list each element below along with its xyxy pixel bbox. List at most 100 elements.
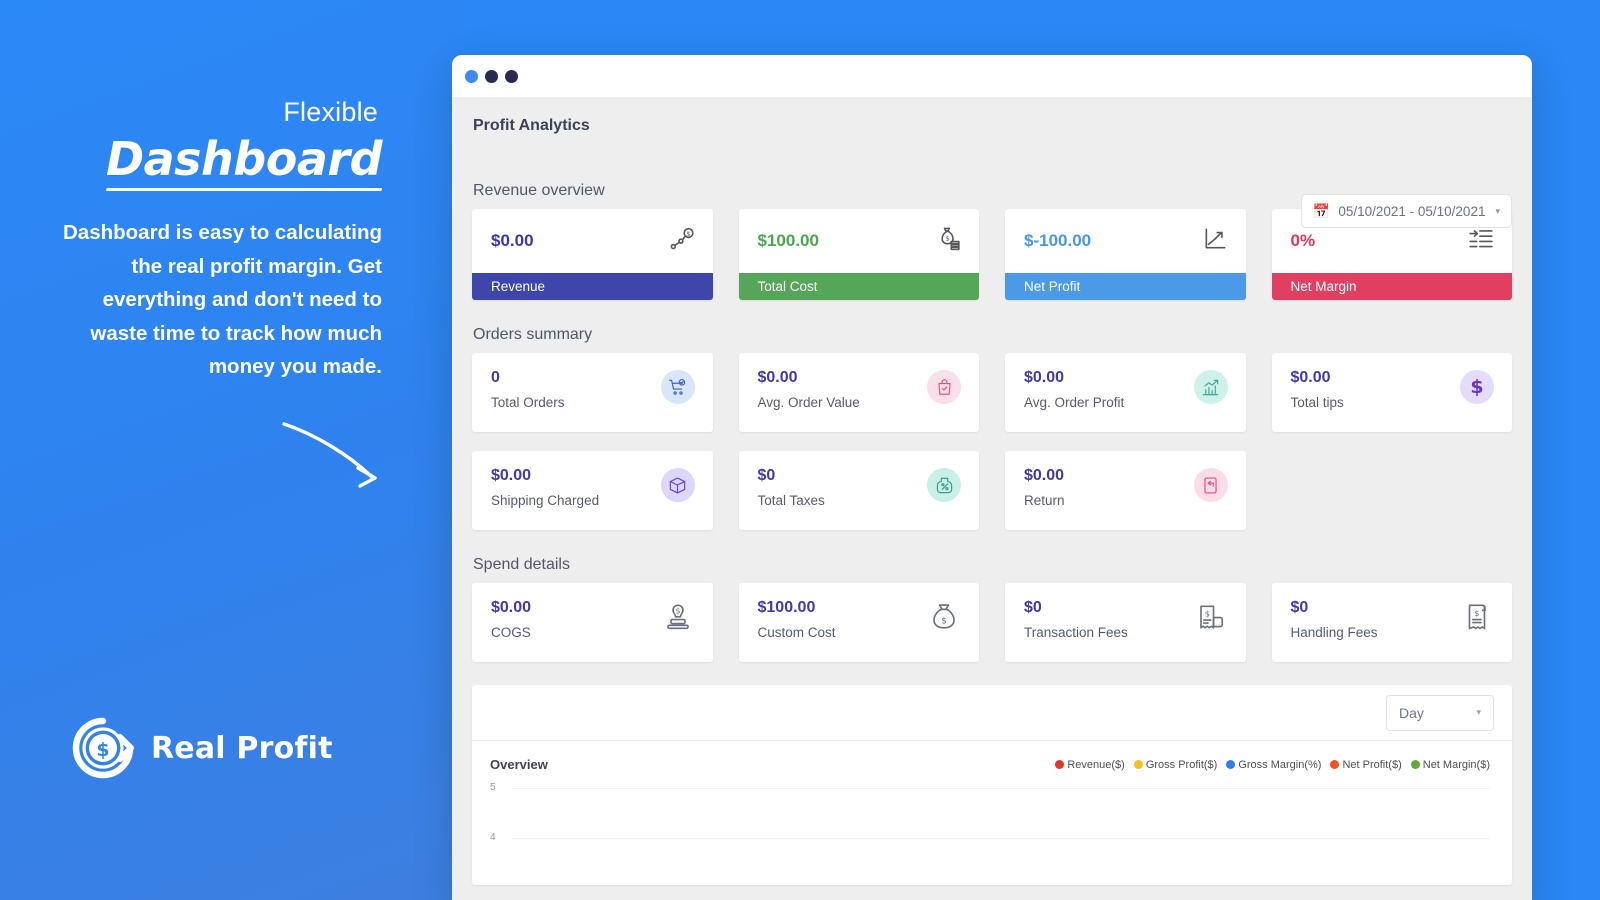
legend-label: Revenue($) [1067,758,1125,771]
legend-label: Net Profit($) [1342,758,1402,771]
stat-card[interactable]: $0.00 Avg. Order Profit [1005,353,1246,432]
chart-plot-area: 54 [490,782,1490,884]
kpi-card[interactable]: $-100.00 Net Profit [1005,209,1246,300]
dollar-coin-refresh-icon: $ [72,717,134,779]
svg-text:$: $ [686,229,690,237]
stat-value: $0.00 [1024,369,1065,386]
legend-item[interactable]: Gross Margin(%) [1226,759,1321,771]
spend-value: $0 [1024,599,1042,616]
chart-gridline [512,838,1490,839]
kpi-card-top: $100.00 $ [739,209,980,273]
kpi-label-bar: Revenue [472,273,713,300]
svg-text:$: $ [1204,609,1209,618]
stat-card-text: 0 Total Orders [491,368,565,432]
invoice-dollar-icon: $ [1460,600,1494,634]
stat-label: Avg. Order Profit [1024,395,1125,410]
date-range-value: 05/10/2021 - 05/10/2021 [1338,203,1486,219]
legend-item[interactable]: Net Margin($) [1410,758,1490,771]
stat-card-text: $0.00 Return [1024,466,1065,530]
stat-card[interactable]: $0.00 Return [1005,451,1246,530]
network-dollar-icon: $ [669,226,695,257]
kpi-card-top: $0.00 $ [472,209,713,273]
stat-label: Total Taxes [757,493,825,508]
kpi-value: 0% [1290,231,1316,250]
orders-summary-grid-row1: 0 Total Orders $0.00 Avg. Order Value $0.00 A… [472,353,1512,432]
kpi-card[interactable]: $100.00 $ Total Cost [738,209,980,300]
kpi-value: $0.00 [491,231,534,250]
stat-card[interactable]: $0.00 Avg. Order Value [738,353,979,432]
chart-toolbar: Day ▾ [472,685,1512,741]
svg-text:$: $ [941,616,947,626]
stat-card[interactable]: 0 Total Orders [472,353,713,432]
chart-legend: Revenue($) Gross Profit($) Gross Margin(%)… [1055,759,1490,771]
svg-text:$: $ [1474,609,1479,618]
spend-card-text: $0 Handling Fees [1291,598,1378,662]
legend-item[interactable]: Revenue($) [1055,758,1125,771]
chart-y-tick: 4 [490,832,496,843]
legend-label: Net Margin($) [1422,758,1490,771]
chart-header: Overview Revenue($) Gross Profit($) Gross … [490,757,1490,772]
money-bag-icon: $ [927,600,961,634]
stat-card[interactable]: $0 Total Taxes [738,451,979,530]
curved-arrow-icon [282,422,377,488]
page-title: Profit Analytics [473,117,590,134]
legend-swatch [1226,760,1236,769]
date-range-picker[interactable]: 📅 05/10/2021 - 05/10/2021 ▾ [1300,194,1512,228]
kpi-card[interactable]: $0.00 $ Revenue [472,209,713,300]
spend-value: $100.00 [757,599,816,616]
stat-card-text: $0.00 Avg. Order Value [758,368,860,432]
svg-text:$: $ [675,606,680,615]
spend-card[interactable]: $100.00 Custom Cost $ [738,583,979,662]
shopping-cart-check-icon [660,370,695,404]
kpi-label-bar: Total Cost [738,273,979,300]
period-select[interactable]: Day ▾ [1386,694,1494,731]
promo-headline: Dashboard [106,132,383,191]
legend-item[interactable]: Gross Profit($) [1133,758,1218,771]
spend-label: COGS [491,625,531,640]
brand-name: Real Profit [151,730,333,766]
package-box-icon [660,468,695,502]
bar-chart-up-icon [1193,370,1228,404]
kpi-label-bar: Net Margin [1271,273,1512,300]
svg-text:$: $ [96,739,109,761]
legend-item[interactable]: Net Profit($) [1330,758,1402,771]
period-select-value: Day [1399,704,1424,721]
spend-card-text: $0.00 COGS [491,598,531,662]
window-dot-dark-2[interactable] [505,69,518,83]
spend-card[interactable]: $0.00 COGS $ [472,583,713,662]
spend-details-grid: $0.00 COGS $ $100.00 Custom Cost $ $0 Transacti… [472,583,1512,662]
window-dot-blue[interactable] [465,69,478,83]
stat-card-text: $0.00 Total tips [1291,368,1344,432]
orders-summary-grid-row2: $0.00 Shipping Charged $0 Total Taxes $0.00 R… [472,451,1512,530]
calendar-icon: 📅 [1312,203,1331,219]
stat-label: Return [1024,493,1065,508]
overview-chart-panel: Day ▾ Overview Revenue($) Gross Profit($)… [472,685,1512,885]
chart-gridline [512,788,1490,789]
stat-value: $0 [757,467,776,484]
kpi-value: $100.00 [757,231,819,250]
kpi-card-top: $-100.00 [1005,209,1246,273]
spend-card[interactable]: $0 Handling Fees $ [1271,583,1512,662]
indent-list-icon [1468,226,1494,257]
spend-card[interactable]: $0 Transaction Fees $ [1005,583,1246,662]
stat-value: $0.00 [1290,369,1331,386]
spend-card-text: $0 Transaction Fees [1024,598,1128,662]
section-title-orders: Orders summary [473,326,593,343]
window-titlebar [452,55,1532,97]
spend-label: Transaction Fees [1024,625,1128,640]
stat-card[interactable]: $0.00 Shipping Charged [472,451,713,530]
spend-label: Handling Fees [1290,625,1378,640]
stat-card[interactable]: $0.00 Total tips $ [1271,353,1512,432]
legend-swatch [1133,760,1143,769]
money-bag-coins-icon: $ [935,226,961,257]
spend-value: $0.00 [491,599,532,616]
window-dot-dark[interactable] [485,69,498,83]
chevron-down-icon: ▾ [1495,205,1500,216]
dollar-sign-icon: $ [1460,370,1494,404]
chart-title: Overview [490,757,548,772]
stat-value: $0.00 [491,467,532,484]
legend-label: Gross Profit($) [1145,758,1218,771]
stat-label: Total tips [1290,395,1344,410]
line-chart-axis-icon [1202,226,1228,257]
legend-label: Gross Margin(%) [1238,758,1322,771]
